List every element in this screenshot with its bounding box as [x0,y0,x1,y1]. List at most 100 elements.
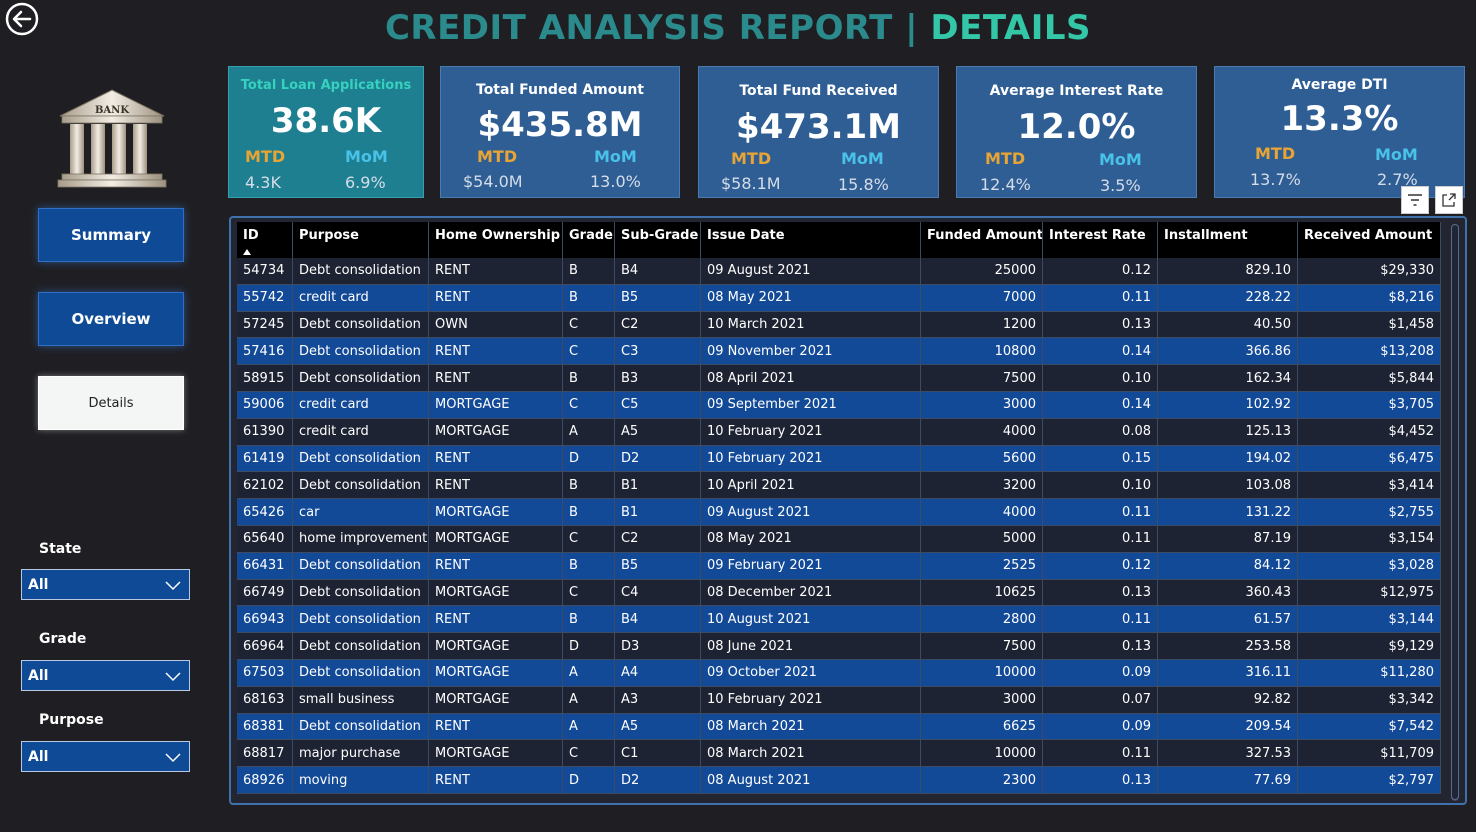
table-row[interactable]: 66749 Debt consolidation MORTGAGE C C4 08 Dec… [237,579,1441,607]
table-scrollbar[interactable] [1451,224,1459,801]
purpose-filter-dropdown[interactable]: All [21,741,190,772]
column-header-id[interactable]: ID [237,222,293,258]
cell-installment: 131.22 [1158,499,1298,526]
cell-received-amount: $12,975 [1298,579,1441,607]
table-row[interactable]: 65426 car MORTGAGE B B1 09 August 2021 4000 0.1… [237,499,1441,526]
cell-interest-rate: 0.13 [1043,767,1158,794]
cell-funded-amount: 4000 [921,418,1043,446]
table-row[interactable]: 58915 Debt consolidation RENT B B3 08 April 2… [237,365,1441,392]
column-header-sub-grade[interactable]: Sub-Grade [615,222,701,258]
table-row[interactable]: 54734 Debt consolidation RENT B B4 09 August … [237,258,1441,285]
cell-issue-date: 10 March 2021 [701,311,921,339]
cell-issue-date: 10 February 2021 [701,686,921,714]
cell-issue-date: 08 May 2021 [701,284,921,312]
table-row[interactable]: 61390 credit card MORTGAGE A A5 10 February 2… [237,418,1441,446]
kpi-mom-value: 3.5% [1100,176,1141,195]
column-header-interest-rate[interactable]: Interest Rate [1043,222,1158,258]
kpi-mtd-value: 13.7% [1250,170,1301,189]
cell-funded-amount: 5600 [921,445,1043,473]
cell-funded-amount: 6625 [921,713,1043,741]
cell-issue-date: 10 February 2021 [701,418,921,446]
column-header-label: Funded Amount [927,228,1043,243]
kpi-label: Total Funded Amount [476,82,644,98]
cell-id: 68926 [237,767,293,794]
chevron-down-icon [165,581,181,591]
overview-nav-button[interactable]: Overview [38,292,184,346]
cell-funded-amount: 7500 [921,365,1043,392]
table-row[interactable]: 66964 Debt consolidation MORTGAGE D D3 08 Jun… [237,633,1441,660]
cell-id: 65426 [237,499,293,526]
table-row[interactable]: 57416 Debt consolidation RENT C C3 09 Novembe… [237,338,1441,366]
table-row[interactable]: 68817 major purchase MORTGAGE C C1 08 March 2… [237,740,1441,768]
cell-id: 57245 [237,311,293,339]
table-row[interactable]: 68163 small business MORTGAGE A A3 10 Februar… [237,686,1441,714]
cell-interest-rate: 0.15 [1043,445,1158,473]
cell-id: 58915 [237,365,293,392]
cell-home-ownership: RENT [429,767,563,794]
cell-issue-date: 09 October 2021 [701,659,921,687]
table-row[interactable]: 66943 Debt consolidation RENT B B4 10 August … [237,606,1441,634]
cell-sub-grade: A4 [615,659,701,687]
column-header-funded-amount[interactable]: Funded Amount [921,222,1043,258]
cell-grade: C [563,391,615,419]
column-header-installment[interactable]: Installment [1158,222,1298,258]
cell-issue-date: 10 August 2021 [701,606,921,634]
cell-received-amount: $3,414 [1298,472,1441,500]
column-header-received-amount[interactable]: Received Amount [1298,222,1441,258]
cell-installment: 366.86 [1158,338,1298,366]
table-row[interactable]: 68926 moving RENT D D2 08 August 2021 2300 0.13… [237,767,1441,794]
grade-filter-dropdown[interactable]: All [21,660,190,691]
cell-sub-grade: B5 [615,552,701,580]
cell-id: 54734 [237,258,293,285]
table-row[interactable]: 65640 home improvement MORTGAGE C C2 08 May 2… [237,525,1441,553]
column-header-purpose[interactable]: Purpose [293,222,429,258]
table-body: 54734 Debt consolidation RENT B B4 09 August … [237,258,1441,794]
cell-home-ownership: MORTGAGE [429,418,563,446]
details-nav-button[interactable]: Details [38,376,184,430]
cell-purpose: car [293,499,429,526]
table-row[interactable]: 59006 credit card MORTGAGE C C5 09 September … [237,391,1441,419]
filter-icon[interactable] [1401,186,1429,214]
cell-grade: B [563,365,615,392]
cell-sub-grade: A5 [615,418,701,446]
column-header-grade[interactable]: Grade [563,222,615,258]
kpi-mtd-value: $58.1M [721,174,781,193]
cell-home-ownership: MORTGAGE [429,525,563,553]
cell-home-ownership: RENT [429,284,563,312]
column-header-issue-date[interactable]: Issue Date [701,222,921,258]
cell-installment: 316.11 [1158,659,1298,687]
kpi-card-average-dti: Average DTI 13.3% MTD MoM 13.7% 2.7% [1214,66,1465,198]
cell-installment: 103.08 [1158,472,1298,500]
focus-mode-icon[interactable] [1435,186,1463,214]
cell-received-amount: $3,154 [1298,525,1441,553]
cell-sub-grade: C5 [615,391,701,419]
cell-funded-amount: 7000 [921,284,1043,312]
scrollbar-thumb[interactable] [1451,224,1459,800]
cell-purpose: credit card [293,418,429,446]
table-row[interactable]: 66431 Debt consolidation RENT B B5 09 Februar… [237,552,1441,580]
cell-id: 55742 [237,284,293,312]
cell-interest-rate: 0.08 [1043,418,1158,446]
kpi-mom-label: MoM [841,149,884,168]
column-header-home-ownership[interactable]: Home Ownership [429,222,563,258]
cell-sub-grade: A3 [615,686,701,714]
table-row[interactable]: 68381 Debt consolidation RENT A A5 08 March 2… [237,713,1441,741]
cell-purpose: Debt consolidation [293,659,429,687]
table-row[interactable]: 67503 Debt consolidation MORTGAGE A A4 09 Oct… [237,659,1441,687]
cell-interest-rate: 0.09 [1043,659,1158,687]
cell-received-amount: $2,755 [1298,499,1441,526]
cell-home-ownership: OWN [429,311,563,339]
table-row[interactable]: 62102 Debt consolidation RENT B B1 10 April 2… [237,472,1441,500]
table-row[interactable]: 57245 Debt consolidation OWN C C2 10 March 20… [237,311,1441,339]
table-row[interactable]: 55742 credit card RENT B B5 08 May 2021 7000 0.… [237,284,1441,312]
state-filter-dropdown[interactable]: All [21,569,190,600]
cell-grade: C [563,579,615,607]
page-title: CREDIT ANALYSIS REPORT | DETAILS [0,8,1476,48]
table-row[interactable]: 61419 Debt consolidation RENT D D2 10 Februar… [237,445,1441,473]
cell-installment: 125.13 [1158,418,1298,446]
summary-nav-button[interactable]: Summary [38,208,184,262]
cell-home-ownership: RENT [429,552,563,580]
kpi-mom-label: MoM [345,147,388,166]
cell-purpose: home improvement [293,525,429,553]
cell-sub-grade: C3 [615,338,701,366]
